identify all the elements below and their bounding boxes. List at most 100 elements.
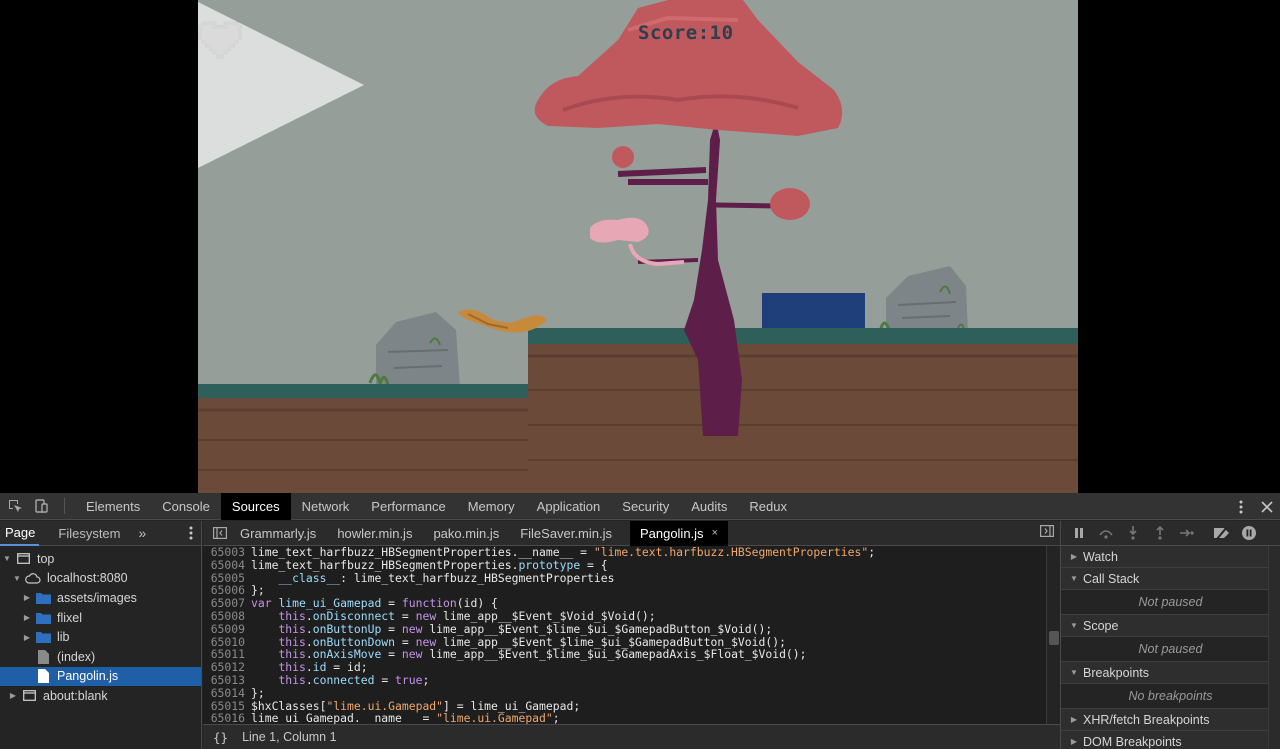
rock-left bbox=[368, 312, 460, 388]
tree-item-index[interactable]: (index) bbox=[0, 647, 201, 667]
folder-icon bbox=[35, 611, 51, 625]
code-line[interactable]: 65016 lime_ui_Gamepad.__name__ = "lime.ui… bbox=[203, 712, 1060, 724]
breakpoints-status: No breakpoints bbox=[1061, 684, 1280, 709]
file-tab-pangolin[interactable]: Pangolin.js × bbox=[629, 520, 728, 546]
debugger-sidebar: ▶ Watch ▼ Call Stack Not paused ▼ Scope Not… bbox=[1060, 521, 1280, 749]
tree-item-pangolin-js[interactable]: Pangolin.js bbox=[0, 666, 201, 687]
code-text: this.onDisconnect = new lime_app__$Event… bbox=[278, 608, 656, 623]
tab-security[interactable]: Security bbox=[611, 493, 680, 520]
pane-watch[interactable]: ▶ Watch bbox=[1061, 546, 1280, 568]
code-line[interactable]: 65003 lime_text_harfbuzz_HBSegmentPropert… bbox=[203, 546, 1060, 559]
pane-dom-breakpoints[interactable]: ▶ DOM Breakpoints bbox=[1061, 731, 1280, 749]
file-tab-filesaver[interactable]: FileSaver.min.js bbox=[517, 521, 626, 546]
devtools-main-tabbar: Elements Console Sources Network Perform… bbox=[0, 492, 1280, 520]
file-tab-grammarly[interactable]: Grammarly.js bbox=[237, 521, 330, 546]
editor-status-bar: {} Line 1, Column 1 bbox=[203, 724, 1060, 749]
navigator-tabs: Page Filesystem » bbox=[0, 521, 201, 546]
collapse-triangle-icon[interactable]: ▶ bbox=[8, 691, 18, 700]
close-tab-icon[interactable]: × bbox=[712, 527, 718, 539]
code-view[interactable]: 65003 lime_text_harfbuzz_HBSegmentPropert… bbox=[203, 546, 1060, 724]
pretty-print-button[interactable]: {} bbox=[213, 730, 228, 745]
pane-title: Scope bbox=[1083, 618, 1119, 633]
collapse-triangle-icon[interactable]: ▶ bbox=[22, 613, 32, 622]
tree-item-lib[interactable]: ▶ lib bbox=[0, 627, 201, 647]
step-icon[interactable] bbox=[1177, 523, 1197, 543]
rock-right bbox=[878, 266, 968, 333]
step-out-icon[interactable] bbox=[1150, 523, 1170, 543]
collapse-triangle-icon[interactable]: ▶ bbox=[22, 633, 32, 642]
collapse-triangle-icon[interactable]: ▶ bbox=[22, 593, 32, 602]
pane-scope[interactable]: ▼ Scope bbox=[1061, 615, 1280, 637]
play-icon[interactable] bbox=[198, 0, 368, 170]
sources-navigator: Page Filesystem » ▼ top ▼ localhost:8080 bbox=[0, 521, 202, 749]
pane-breakpoints[interactable]: ▼ Breakpoints bbox=[1061, 662, 1280, 684]
ground-right bbox=[528, 328, 1078, 493]
line-number[interactable]: 65004 bbox=[203, 558, 251, 572]
tab-memory[interactable]: Memory bbox=[457, 493, 526, 520]
tree-item-label: localhost:8080 bbox=[47, 571, 128, 586]
file-icon bbox=[35, 669, 51, 684]
folder-icon bbox=[35, 630, 51, 644]
code-line[interactable]: 65005 __class__: lime_text_harfbuzz_HBSe… bbox=[203, 571, 1060, 585]
kebab-menu-icon[interactable] bbox=[1228, 496, 1254, 518]
tab-filesystem[interactable]: Filesystem bbox=[53, 521, 124, 546]
close-icon[interactable] bbox=[1254, 496, 1280, 518]
pane-xhr-breakpoints[interactable]: ▶ XHR/fetch Breakpoints bbox=[1061, 709, 1280, 731]
tab-network[interactable]: Network bbox=[291, 493, 361, 520]
ground-left bbox=[198, 384, 528, 493]
line-number[interactable]: 65003 bbox=[203, 546, 251, 559]
tree-item-label: Pangolin.js bbox=[57, 669, 119, 684]
code-editor: Grammarly.js howler.min.js pako.min.js F… bbox=[203, 520, 1060, 749]
device-toolbar-icon[interactable] bbox=[30, 495, 52, 517]
tree-item-label: (index) bbox=[57, 649, 96, 664]
tab-page[interactable]: Page bbox=[0, 521, 40, 546]
debugger-toolbar bbox=[1061, 521, 1280, 546]
tab-application[interactable]: Application bbox=[526, 493, 612, 520]
deactivate-breakpoints-icon[interactable] bbox=[1212, 523, 1232, 543]
tree-item-assets-images[interactable]: ▶ assets/images bbox=[0, 588, 201, 608]
tab-performance[interactable]: Performance bbox=[360, 493, 456, 520]
line-number[interactable]: 65009 bbox=[203, 622, 251, 636]
pane-title: Watch bbox=[1083, 549, 1118, 564]
collapse-triangle-icon: ▶ bbox=[1070, 737, 1078, 746]
tab-console[interactable]: Console bbox=[151, 493, 221, 520]
pause-on-exceptions-icon[interactable] bbox=[1239, 523, 1259, 543]
expand-triangle-icon[interactable]: ▼ bbox=[2, 554, 12, 563]
line-number[interactable]: 65013 bbox=[203, 674, 251, 687]
game-canvas[interactable]: Score:10 bbox=[198, 0, 1078, 493]
tab-elements[interactable]: Elements bbox=[75, 493, 151, 520]
pause-icon[interactable] bbox=[1069, 523, 1089, 543]
file-tab-pako[interactable]: pako.min.js bbox=[430, 521, 513, 546]
frame-icon bbox=[15, 552, 31, 566]
step-over-icon[interactable] bbox=[1096, 523, 1116, 543]
more-tabs-icon[interactable]: » bbox=[139, 525, 147, 541]
editor-scrollbar[interactable] bbox=[1046, 546, 1060, 724]
line-number[interactable]: 65016 bbox=[203, 712, 251, 724]
line-number[interactable]: 65008 bbox=[203, 610, 251, 623]
tree-item-top[interactable]: ▼ top bbox=[0, 549, 201, 569]
tree-item-about-blank[interactable]: ▶ about:blank bbox=[0, 686, 201, 706]
file-tab-howler[interactable]: howler.min.js bbox=[334, 521, 426, 546]
pane-call-stack[interactable]: ▼ Call Stack bbox=[1061, 568, 1280, 590]
navigator-menu-icon[interactable] bbox=[189, 526, 193, 543]
tab-audits[interactable]: Audits bbox=[680, 493, 738, 520]
pane-title: Call Stack bbox=[1083, 571, 1140, 586]
step-into-icon[interactable] bbox=[1123, 523, 1143, 543]
tab-sources[interactable]: Sources bbox=[220, 492, 291, 520]
pink-cloud bbox=[590, 217, 685, 267]
tab-redux[interactable]: Redux bbox=[738, 493, 798, 520]
tree-item-label: about:blank bbox=[43, 688, 108, 703]
file-tree: ▼ top ▼ localhost:8080 ▶ assets/images ▶ bbox=[0, 546, 201, 706]
expand-triangle-icon[interactable]: ▼ bbox=[12, 574, 22, 583]
tree-item-localhost[interactable]: ▼ localhost:8080 bbox=[0, 569, 201, 589]
tree-item-flixel[interactable]: ▶ flixel bbox=[0, 608, 201, 628]
toggle-debugger-icon[interactable] bbox=[1040, 525, 1055, 540]
pane-title: Breakpoints bbox=[1083, 665, 1150, 680]
code-line[interactable]: 65013 this.connected = true; bbox=[203, 674, 1060, 687]
line-number[interactable]: 65014 bbox=[203, 686, 251, 700]
scope-status: Not paused bbox=[1061, 637, 1280, 662]
debugger-scrollbar[interactable] bbox=[1268, 546, 1280, 749]
toggle-navigator-icon[interactable] bbox=[203, 527, 237, 539]
scrollbar-thumb[interactable] bbox=[1049, 631, 1059, 645]
inspect-element-icon[interactable] bbox=[4, 495, 26, 517]
